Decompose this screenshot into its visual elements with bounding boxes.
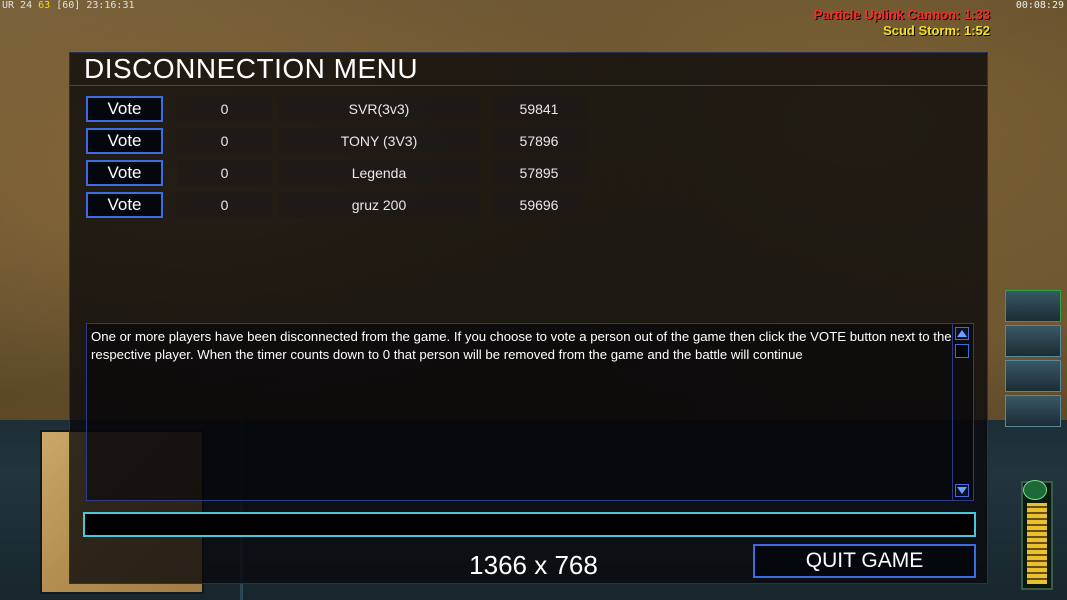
hud-stats: UR 24 63 [60] 23:16:31 bbox=[2, 0, 135, 11]
vote-button[interactable]: Vote bbox=[86, 160, 163, 186]
game-clock: 00:08:29 bbox=[1015, 0, 1064, 11]
vote-count: 0 bbox=[177, 128, 272, 154]
triangle-up-icon[interactable] bbox=[955, 327, 969, 340]
vote-count: 0 bbox=[177, 160, 272, 186]
timer-scud-storm: Scud Storm: 1:52 bbox=[883, 23, 990, 38]
hud-stat-prefix: UR 24 bbox=[2, 0, 33, 11]
player-name: TONY (3V3) bbox=[278, 128, 480, 154]
title-divider bbox=[70, 85, 987, 86]
scroll-thumb[interactable] bbox=[955, 344, 969, 358]
dialog-title: DISCONNECTION MENU bbox=[84, 53, 419, 84]
rank-star-icon bbox=[1023, 480, 1047, 500]
vote-button[interactable]: Vote bbox=[86, 192, 163, 218]
player-name: Legenda bbox=[278, 160, 480, 186]
player-name: gruz 200 bbox=[278, 192, 480, 218]
build-slot-3[interactable] bbox=[1005, 360, 1061, 392]
player-id: 59696 bbox=[491, 192, 587, 218]
build-slot-1[interactable] bbox=[1005, 290, 1061, 322]
vote-button[interactable]: Vote bbox=[86, 96, 163, 122]
message-box: One or more players have been disconnect… bbox=[86, 323, 974, 501]
disconnect-message: One or more players have been disconnect… bbox=[91, 329, 952, 362]
build-queue bbox=[1005, 290, 1061, 430]
message-scrollbar[interactable] bbox=[952, 324, 973, 500]
hud-fps: 63 bbox=[38, 0, 51, 11]
disconnection-dialog: DISCONNECTION MENU Vote 0 SVR(3v3) 59841… bbox=[69, 52, 988, 584]
chat-input[interactable] bbox=[83, 512, 976, 537]
player-id: 59841 bbox=[491, 96, 587, 122]
player-name: SVR(3v3) bbox=[278, 96, 480, 122]
vote-count: 0 bbox=[177, 96, 272, 122]
vote-count: 0 bbox=[177, 192, 272, 218]
vote-button[interactable]: Vote bbox=[86, 128, 163, 154]
player-id: 57895 bbox=[491, 160, 587, 186]
build-slot-2[interactable] bbox=[1005, 325, 1061, 357]
quit-game-button[interactable]: QUIT GAME bbox=[753, 544, 976, 578]
hud-stat-suffix: [60] 23:16:31 bbox=[56, 0, 135, 11]
power-fill bbox=[1027, 503, 1047, 584]
build-slot-4[interactable] bbox=[1005, 395, 1061, 427]
triangle-down-icon[interactable] bbox=[955, 484, 969, 497]
timer-particle-uplink: Particle Uplink Cannon: 1:33 bbox=[813, 7, 990, 22]
player-id: 57896 bbox=[491, 128, 587, 154]
